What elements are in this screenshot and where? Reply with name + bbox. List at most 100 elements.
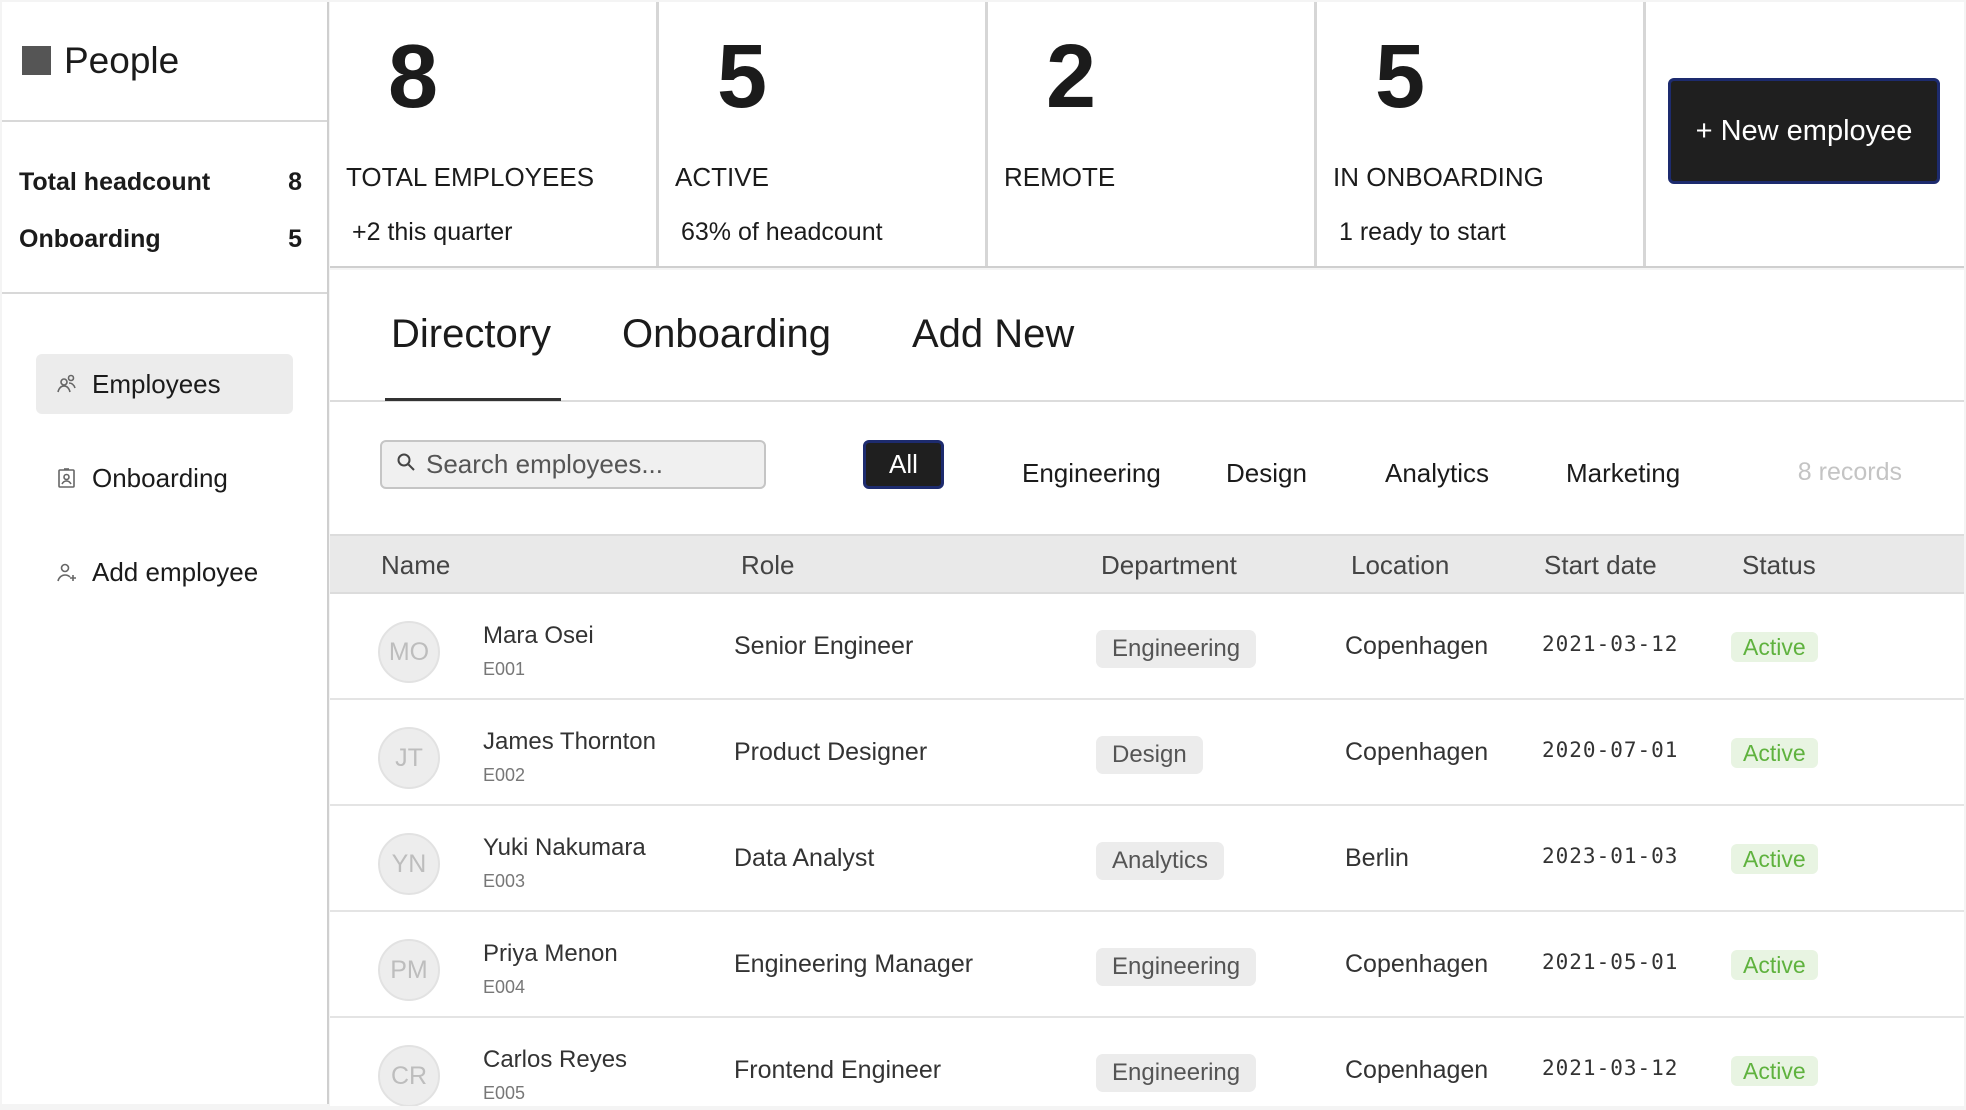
column-header-role[interactable]: Role: [741, 550, 794, 581]
table-row[interactable]: CR Carlos Reyes E005 Frontend Engineer E…: [330, 1018, 1964, 1106]
column-header-department[interactable]: Department: [1101, 550, 1237, 581]
users-icon: [56, 373, 78, 395]
column-header-location[interactable]: Location: [1351, 550, 1449, 581]
kpi-label: TOTAL EMPLOYEES: [346, 162, 595, 192]
logo-square-icon: [22, 45, 51, 75]
main-panel: Directory Onboarding Add New All Enginee…: [330, 270, 1964, 1106]
avatar: YN: [378, 833, 440, 895]
start-date: 2021-05-01: [1542, 950, 1679, 974]
column-header-name[interactable]: Name: [381, 550, 450, 581]
start-date: 2021-03-12: [1542, 632, 1679, 656]
search-input[interactable]: [426, 449, 756, 480]
kpi-remote: 2 REMOTE: [988, 2, 1317, 266]
employee-id: E003: [483, 871, 526, 891]
employee-name[interactable]: James Thornton: [483, 728, 656, 756]
new-employee-button[interactable]: + New employee: [1668, 78, 1940, 184]
status-badge: Active: [1731, 632, 1818, 662]
kpi-label: IN ONBOARDING: [1333, 162, 1544, 192]
stat-value: 8: [288, 168, 302, 196]
stat-label: Onboarding: [19, 225, 161, 253]
employee-name[interactable]: Carlos Reyes: [483, 1046, 627, 1074]
sidebar: People Total headcount 8 Onboarding 5 Em…: [2, 2, 329, 1104]
employee-location: Copenhagen: [1345, 738, 1489, 766]
filter-chip-analytics[interactable]: Analytics: [1385, 458, 1489, 489]
kpi-value: 8: [388, 27, 439, 127]
nav-label: Employees: [92, 368, 221, 399]
active-tab-indicator: [385, 398, 561, 401]
filter-chip-design[interactable]: Design: [1226, 458, 1307, 489]
table-row[interactable]: MO Mara Osei E001 Senior Engineer Engine…: [330, 594, 1964, 700]
table-row[interactable]: PM Priya Menon E004 Engineering Manager …: [330, 912, 1964, 1018]
table-row[interactable]: JT James Thornton E002 Product Designer …: [330, 700, 1964, 806]
app-title: People: [64, 40, 180, 81]
avatar: CR: [378, 1045, 440, 1106]
filter-chip-engineering[interactable]: Engineering: [1022, 458, 1161, 489]
employee-role: Engineering Manager: [734, 950, 974, 978]
kpi-in-onboarding: 5 IN ONBOARDING 1 ready to start: [1317, 2, 1646, 266]
nav-label: Add employee: [92, 556, 259, 587]
stat-total-headcount: Total headcount 8: [19, 154, 302, 211]
employee-location: Berlin: [1345, 844, 1409, 872]
nav-item-employees[interactable]: Employees: [36, 354, 293, 414]
employee-role: Frontend Engineer: [734, 1056, 942, 1084]
kpi-label: ACTIVE: [675, 162, 769, 192]
kpi-subtext: +2 this quarter: [352, 218, 513, 246]
clipboard-icon: [56, 467, 78, 489]
tab-directory[interactable]: Directory: [391, 312, 551, 357]
status-badge: Active: [1731, 1056, 1818, 1086]
kpi-bar: 8 TOTAL EMPLOYEES +2 this quarter 5 ACTI…: [330, 2, 1964, 268]
employee-name[interactable]: Priya Menon: [483, 940, 618, 968]
employee-id: E005: [483, 1083, 526, 1103]
tab-add-new[interactable]: Add New: [912, 312, 1074, 357]
employee-id: E001: [483, 659, 526, 679]
filter-chip-marketing[interactable]: Marketing: [1566, 458, 1680, 489]
kpi-label: REMOTE: [1004, 162, 1116, 192]
nav-item-add-employee[interactable]: Add employee: [36, 542, 293, 602]
kpi-value: 2: [1046, 27, 1097, 127]
table-row[interactable]: YN Yuki Nakumara E003 Data Analyst Analy…: [330, 806, 1964, 912]
filter-chip-all[interactable]: All: [863, 440, 944, 489]
department-tag: Analytics: [1096, 842, 1225, 880]
add-user-icon: [56, 561, 78, 583]
status-badge: Active: [1731, 738, 1818, 768]
kpi-value: 5: [1375, 27, 1426, 127]
nav-label: Onboarding: [92, 462, 228, 493]
kpi-value: 5: [717, 27, 768, 127]
employee-role: Product Designer: [734, 738, 928, 766]
kpi-subtext: 1 ready to start: [1339, 218, 1506, 246]
column-header-start-date[interactable]: Start date: [1544, 550, 1657, 581]
table-header: Name Role Department Location Start date…: [330, 534, 1964, 594]
department-tag: Engineering: [1096, 948, 1257, 986]
employee-id: E004: [483, 977, 526, 997]
search-box[interactable]: [380, 440, 766, 489]
nav-item-onboarding[interactable]: Onboarding: [36, 448, 293, 508]
avatar: MO: [378, 621, 440, 683]
avatar: JT: [378, 727, 440, 789]
kpi-total-employees: 8 TOTAL EMPLOYEES +2 this quarter: [330, 2, 659, 266]
employee-role: Data Analyst: [734, 844, 875, 872]
status-badge: Active: [1731, 950, 1818, 980]
employee-role: Senior Engineer: [734, 632, 914, 660]
stat-label: Total headcount: [19, 168, 211, 196]
department-tag: Engineering: [1096, 630, 1257, 668]
column-header-status[interactable]: Status: [1742, 550, 1816, 581]
status-badge: Active: [1731, 844, 1818, 874]
start-date: 2021-03-12: [1542, 1056, 1679, 1080]
tab-onboarding[interactable]: Onboarding: [622, 312, 831, 357]
kpi-subtext: 63% of headcount: [681, 218, 883, 246]
start-date: 2020-07-01: [1542, 738, 1679, 762]
employee-name[interactable]: Mara Osei: [483, 622, 594, 650]
brand: People: [2, 2, 327, 122]
sidebar-nav: Employees Onboarding Add employee: [2, 294, 327, 602]
kpi-active: 5 ACTIVE 63% of headcount: [659, 2, 988, 266]
avatar: PM: [378, 939, 440, 1001]
department-tag: Engineering: [1096, 1054, 1257, 1092]
employee-id: E002: [483, 765, 526, 785]
employee-name[interactable]: Yuki Nakumara: [483, 834, 646, 862]
kpi-action-cell: + New employee: [1646, 2, 1964, 266]
search-icon: [396, 452, 416, 477]
stat-onboarding: Onboarding 5: [19, 211, 302, 268]
employee-location: Copenhagen: [1345, 632, 1489, 660]
filter-bar: All Engineering Design Analytics Marketi…: [330, 402, 1964, 534]
stat-value: 5: [288, 225, 302, 253]
